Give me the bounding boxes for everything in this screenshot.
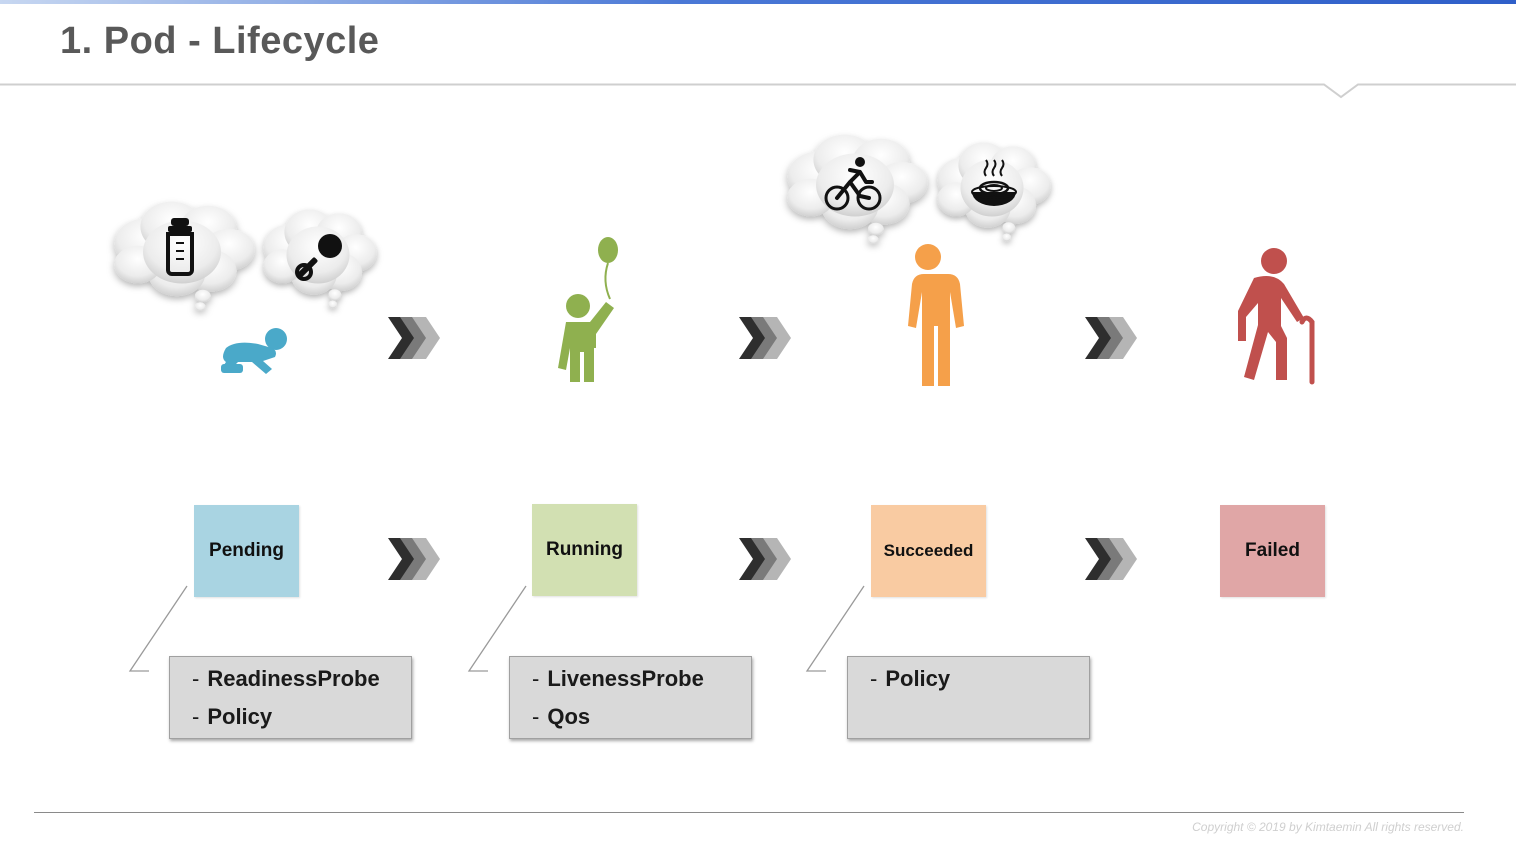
detail-item: - Qos (532, 704, 591, 729)
detail-box-pending: - ReadinessProbe - Policy (169, 656, 412, 739)
illustration-layer (0, 0, 1315, 386)
arrow-pending-to-running (388, 538, 440, 580)
detail-item: - Policy (870, 666, 951, 691)
detail-box-running: - LivenessProbe - Qos (509, 656, 752, 739)
detail-box-succeeded: - Policy (847, 656, 1090, 739)
detail-item: - Policy (192, 704, 273, 729)
crawling-baby-icon (221, 328, 287, 374)
arrow-pending-to-running-top (388, 317, 440, 359)
adult-person-icon (908, 244, 964, 386)
detail-item: - LivenessProbe (532, 666, 704, 691)
arrow-running-to-succeeded (739, 538, 791, 580)
footer-divider (34, 812, 1464, 813)
copyright-notice: Copyright © 2019 by Kimtaemin All rights… (1192, 820, 1464, 834)
arrow-running-to-succeeded-top (739, 317, 791, 359)
child-with-balloon-icon (558, 237, 618, 382)
thought-cloud-rattle (263, 209, 376, 308)
elderly-person-with-cane-icon (1238, 248, 1315, 385)
arrow-succeeded-to-failed (1085, 538, 1137, 580)
arrow-succeeded-to-failed-top (1085, 317, 1137, 359)
thought-cloud-bottle (114, 202, 254, 311)
detail-item: - ReadinessProbe (192, 666, 380, 691)
